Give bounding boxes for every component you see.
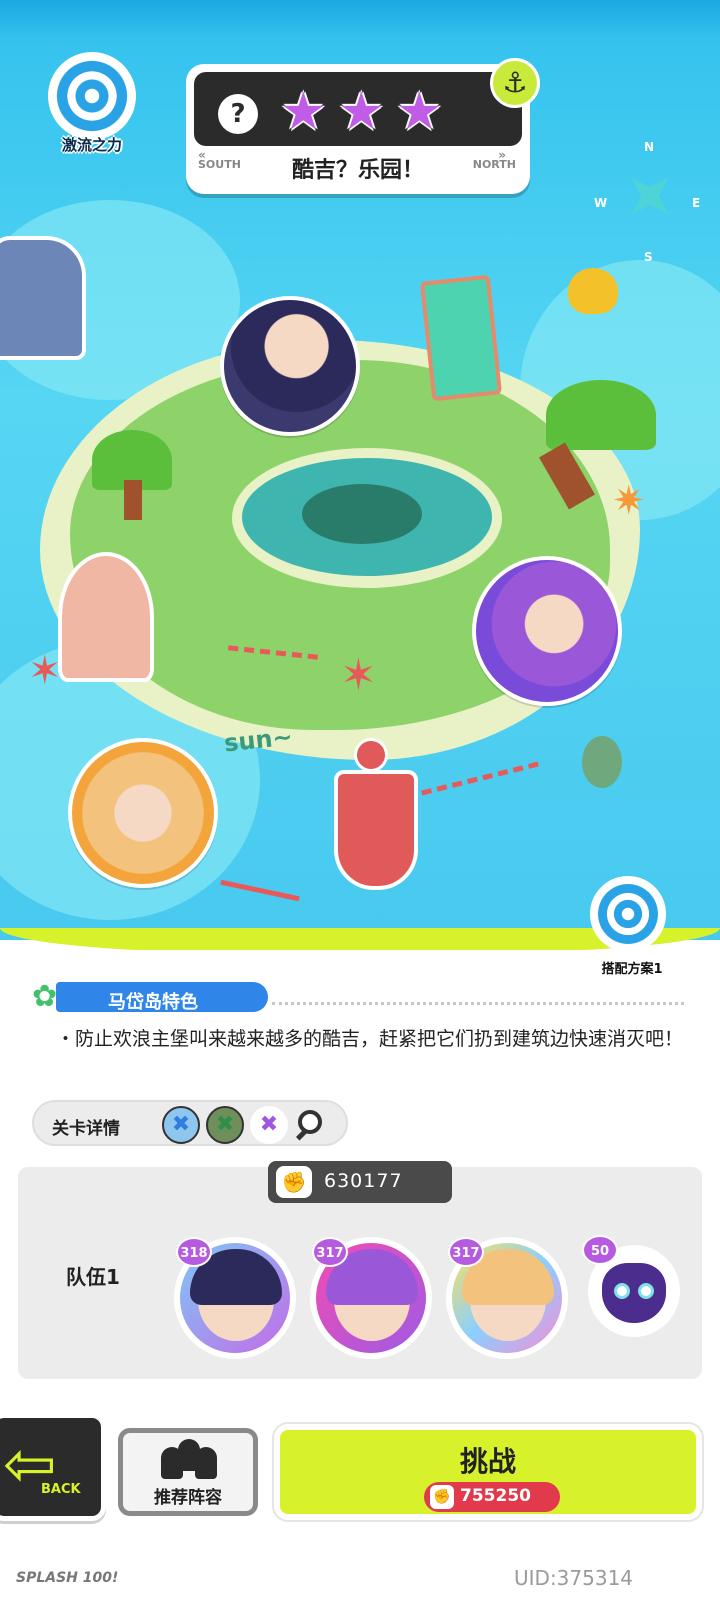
pet-eye xyxy=(614,1283,630,1299)
level-badge: 50 xyxy=(582,1235,618,1265)
fist-icon: ✊ xyxy=(430,1485,454,1509)
feature-description: ・防止欢浪主堡叫来越来越多的酷吉，赶紧把它们扔到建筑边快速消灭吧！ xyxy=(56,1028,684,1050)
path-line xyxy=(421,761,539,796)
stage-details-label: 关卡详情 xyxy=(52,1119,120,1139)
map-character-umbrella[interactable] xyxy=(472,556,622,706)
level-badge: 317 xyxy=(448,1237,484,1267)
anchor-icon[interactable]: ⚓ xyxy=(490,58,540,108)
back-label: BACK xyxy=(41,1482,81,1497)
team-member-2[interactable]: 317 xyxy=(310,1237,432,1359)
pet-cat-icon xyxy=(602,1263,666,1323)
required-power-badge: ✊ 755250 xyxy=(424,1482,560,1512)
feature-header: 马岱岛特色 ✿ xyxy=(32,978,268,1014)
stage-details-pill[interactable]: 关卡详情 ✖ ✖ ✖ xyxy=(32,1100,348,1146)
team-card: ✊ 630177 队伍1 318 317 317 50 xyxy=(18,1161,702,1379)
palm-leaf-icon: ✿ xyxy=(32,979,58,1014)
compass-south: S xyxy=(644,250,653,264)
compass-north: N xyxy=(644,140,655,154)
recommended-lineup-label: 推荐阵容 xyxy=(154,1488,222,1508)
star-icon: ★ xyxy=(396,82,443,142)
swirl-icon xyxy=(48,52,136,140)
map-character-blonde[interactable] xyxy=(68,738,218,888)
purple-paw-icon: ✖ xyxy=(250,1106,288,1144)
star-icon: ★ xyxy=(280,82,327,142)
plant-icon: ✷ xyxy=(612,478,646,524)
outfit-plan-label: 搭配方案1 xyxy=(601,962,663,977)
back-button[interactable]: ⇦ BACK xyxy=(0,1413,106,1521)
map-character-dark-hair[interactable] xyxy=(220,296,360,436)
team-power-value: 630177 xyxy=(324,1170,403,1192)
beach-chair xyxy=(419,274,503,402)
star-icon: ★ xyxy=(338,82,385,142)
boat xyxy=(58,552,154,682)
dotted-divider xyxy=(272,1002,684,1005)
challenge-button[interactable]: 挑战 ✊ 755250 xyxy=(274,1424,702,1520)
recommended-lineup-button[interactable]: 推荐阵容 xyxy=(118,1428,258,1516)
team-member-1[interactable]: 318 xyxy=(174,1237,296,1359)
compass-rose xyxy=(613,159,687,233)
game-logo: SPLASH 100! xyxy=(16,1570,119,1586)
game-mode-logo: 激流之力 xyxy=(40,52,144,156)
challenge-label: 挑战 xyxy=(459,1445,516,1478)
level-badge: 318 xyxy=(176,1237,212,1267)
palm-tree-icon xyxy=(546,380,656,450)
user-id: UID:375314 xyxy=(514,1566,634,1590)
direction-south[interactable]: SOUTH xyxy=(198,158,241,171)
coconut-icon xyxy=(568,268,618,314)
blue-paw-icon: ✖ xyxy=(162,1106,200,1144)
rock-fountain xyxy=(0,236,86,360)
required-power-value: 755250 xyxy=(460,1486,531,1506)
buoy-top xyxy=(354,738,388,772)
magnifier-icon[interactable] xyxy=(292,1106,330,1144)
magnifier-handle xyxy=(295,1128,309,1141)
compass-east: E xyxy=(692,196,701,210)
logo-text: 激流之力 xyxy=(61,136,122,154)
tree-icon xyxy=(582,736,622,788)
stage-title-panel: ? ★ ★ ★ ⚓ « SOUTH 酷吉？乐园！ » NORTH xyxy=(186,58,540,194)
outfit-plan-button[interactable]: 搭配方案1 xyxy=(582,876,682,988)
lake-deep-water xyxy=(302,484,422,544)
team-member-3[interactable]: 317 xyxy=(446,1237,568,1359)
compass-west: W xyxy=(594,196,608,210)
level-badge: 317 xyxy=(312,1237,348,1267)
team-label: 队伍1 xyxy=(66,1265,120,1289)
path-arrow xyxy=(220,879,300,902)
help-button[interactable]: ? xyxy=(218,94,258,134)
fist-icon: ✊ xyxy=(276,1166,312,1198)
person-shape xyxy=(195,1447,217,1479)
green-paw-icon: ✖ xyxy=(206,1106,244,1144)
stage-name: 酷吉？乐园！ xyxy=(291,158,424,183)
starfish-icon: ✶ xyxy=(28,648,62,694)
compass-icon: N S W E xyxy=(594,140,701,264)
palm-trunk xyxy=(124,480,142,520)
people-icon xyxy=(161,1439,217,1479)
swirl-icon xyxy=(590,876,666,952)
pet-eye xyxy=(638,1283,654,1299)
team-pet[interactable]: 50 xyxy=(582,1235,680,1337)
island-map: ✶ ✶ ✷ 激流之力 ? ★ ★ ★ ⚓ « SOUTH 酷吉？乐园！ » NO… xyxy=(0,0,720,940)
feature-title-bar: 马岱岛特色 xyxy=(56,982,268,1013)
feature-title: 马岱岛特色 xyxy=(108,992,198,1013)
star-rating-bar: ? ★ ★ ★ xyxy=(194,72,522,146)
direction-north[interactable]: NORTH xyxy=(473,158,516,171)
buoy-tower xyxy=(334,770,418,890)
team-power-badge: ✊ 630177 xyxy=(268,1161,452,1203)
starfish-icon: ✶ xyxy=(340,650,377,701)
